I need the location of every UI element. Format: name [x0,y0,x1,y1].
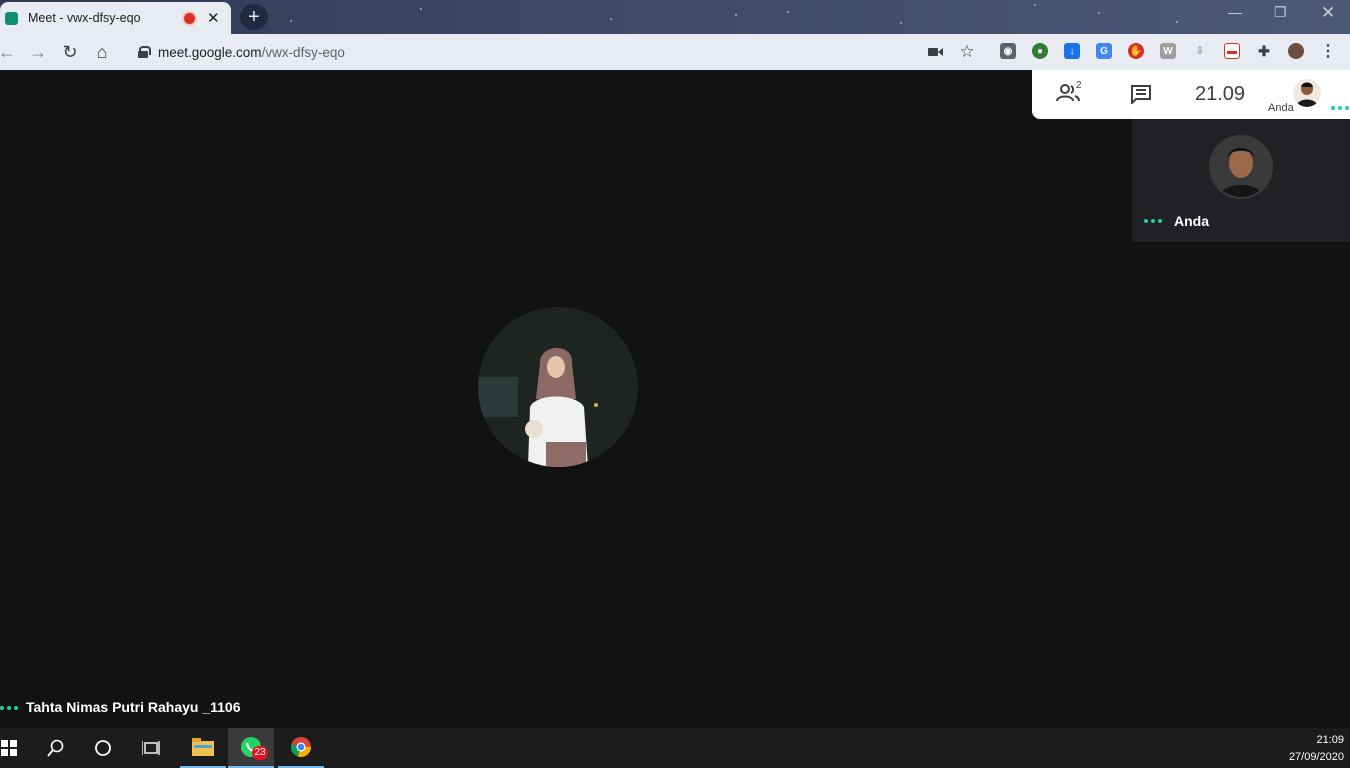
main-participant-name: Tahta Nimas Putri Rahayu _1106 [26,699,241,715]
tab-close-icon[interactable]: ✕ [207,9,220,27]
self-caption: Anda [1268,102,1294,114]
people-button[interactable]: 2 [1056,80,1086,106]
lock-icon [138,46,151,58]
reload-icon[interactable]: ↻ [59,41,81,63]
meet-favicon-icon [5,11,18,25]
self-tile-audio-indicator [1144,219,1162,223]
self-audio-indicator [1331,106,1349,110]
meeting-clock: 21.09 [1195,83,1246,105]
self-avatar[interactable] [1293,79,1321,107]
windows-taskbar: 23 21:09 27/09/2020 [0,728,1350,768]
search-icon[interactable] [33,728,79,768]
self-tile-name: Anda [1174,213,1209,229]
home-icon[interactable]: ⌂ [91,41,113,63]
address-bar[interactable]: meet.google.com/vwx-dfsy-eqo [126,38,986,66]
browser-tab[interactable]: Meet - vwx-dfsy-eqo ✕ [0,2,231,34]
restore-button[interactable]: ❐ [1274,4,1287,21]
meet-top-bar: 2 21.09 Anda [1032,70,1350,119]
calendar-extension-icon[interactable]: ▬ [1224,43,1240,59]
screenshot-extension-icon[interactable]: ◉ [1000,43,1016,59]
title-bar: Meet - vwx-dfsy-eqo ✕ + — ❐ ✕ [0,0,1350,34]
back-icon[interactable]: ← [0,41,18,63]
translate-extension-icon[interactable]: G [1096,43,1112,59]
whatsapp-taskbar-button[interactable]: 23 [228,728,274,768]
file-explorer-icon[interactable] [180,728,226,768]
main-participant-avatar [478,307,638,467]
main-audio-indicator [0,706,18,710]
extensions-puzzle-icon[interactable]: ✚ [1256,43,1272,59]
whatsapp-badge: 23 [252,746,268,760]
task-view-icon[interactable] [128,728,174,768]
new-tab-button[interactable]: + [240,4,268,30]
word-extension-icon[interactable]: W [1160,43,1176,59]
menu-icon[interactable]: ⋮ [1320,43,1336,60]
self-tile-avatar [1209,135,1273,199]
block-extension-icon[interactable]: ✋ [1128,43,1144,59]
meet-stage: 2 21.09 Anda Anda Tahta Nimas Putri Raha… [0,70,1350,728]
self-participant-tile[interactable]: Anda [1132,119,1350,242]
profile-avatar[interactable] [1288,43,1304,59]
extension-icon[interactable]: ● [1032,43,1048,59]
cortana-icon[interactable] [80,728,126,768]
system-date: 27/09/2020 [1288,751,1344,763]
camera-icon[interactable] [928,46,944,58]
browser-toolbar: ← → ↻ ⌂ meet.google.com/vwx-dfsy-eqo ☆ [0,34,1350,70]
minimize-button[interactable]: — [1228,4,1242,20]
recording-indicator-icon [184,12,195,24]
tab-title: Meet - vwx-dfsy-eqo [28,11,141,25]
star-icon[interactable]: ☆ [956,41,978,63]
url-text: meet.google.com/vwx-dfsy-eqo [158,44,345,60]
windows-start-icon[interactable] [0,728,32,768]
close-window-button[interactable]: ✕ [1321,3,1335,23]
system-time: 21:09 [1316,734,1344,746]
downloader-extension-icon[interactable]: ⇩ [1192,43,1208,59]
download-extension-icon[interactable]: ↓ [1064,43,1080,59]
participant-count: 2 [1076,80,1082,91]
chat-icon[interactable] [1130,84,1152,104]
chrome-icon[interactable] [278,728,324,768]
system-clock[interactable]: 21:09 27/09/2020 [1289,732,1344,766]
forward-icon[interactable]: → [27,41,49,63]
